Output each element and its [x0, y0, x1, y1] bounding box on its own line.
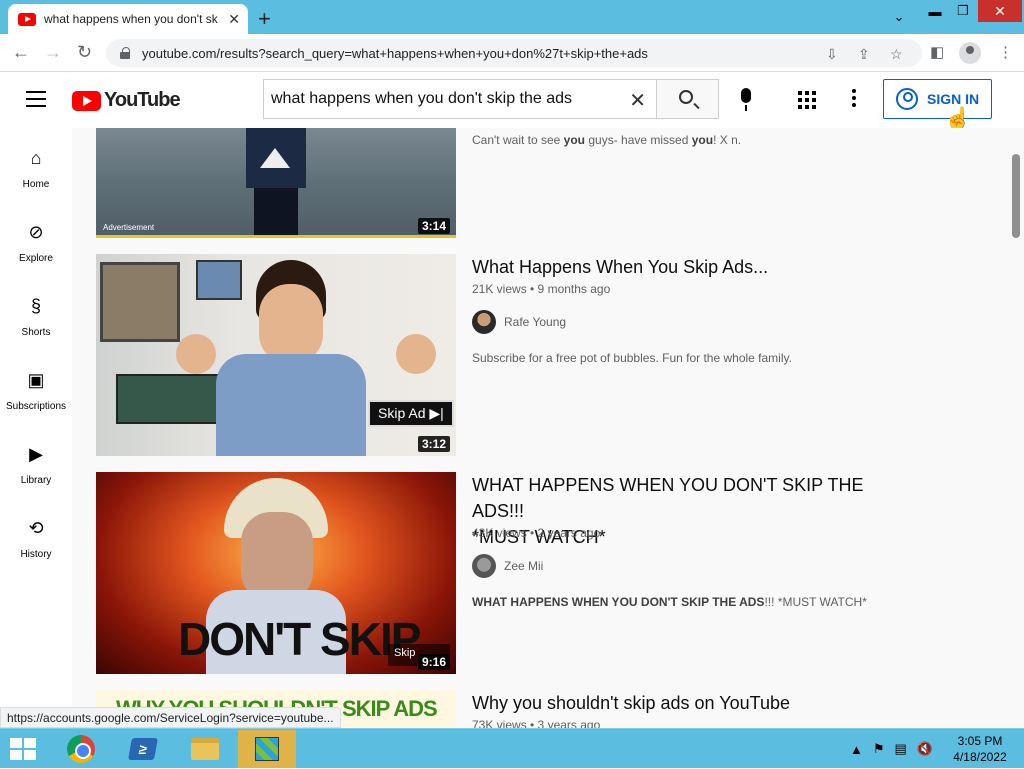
tab-title: what happens when you don't sk	[44, 12, 218, 26]
video-thumbnail[interactable]: DON'T SKIP Skip 9:16	[96, 472, 456, 674]
channel-link[interactable]: Zee Mii	[472, 554, 543, 578]
mini-guide: ⌂ Home ⊘ Explore § Shorts ▣ Subscription…	[0, 128, 72, 728]
video-meta: 43K views • 2 years ago	[472, 526, 601, 540]
duration-badge: 3:12	[417, 436, 450, 452]
clock-time: 3:05 PM	[957, 734, 1003, 748]
minimize-icon[interactable]: ▬	[922, 0, 948, 22]
windows-taskbar: ≥ ▲ ⚑ ▤ 🔇 3:05 PM 4/18/2022	[0, 728, 1024, 768]
search-results: Advertisement 3:14 Can't wait to see you…	[72, 128, 1008, 728]
bookmark-star-icon[interactable]: ☆	[890, 46, 903, 63]
menu-icon[interactable]	[26, 91, 46, 107]
video-description: WHAT HAPPENS WHEN YOU DON'T SKIP THE ADS…	[472, 595, 867, 609]
lock-icon	[120, 47, 130, 59]
settings-more-icon[interactable]	[852, 89, 856, 110]
scrollbar-thumb[interactable]	[1012, 154, 1020, 238]
status-url-bubble: https://accounts.google.com/ServiceLogin…	[0, 707, 341, 728]
video-title[interactable]: Why you shouldn't skip ads on YouTube	[472, 690, 912, 716]
channel-avatar	[472, 310, 496, 334]
logo-text: YouTube	[104, 89, 181, 111]
guide-item-home[interactable]: ⌂ Home	[0, 128, 72, 202]
new-tab-icon[interactable]: +	[258, 6, 271, 32]
page-scrollbar[interactable]	[1008, 128, 1024, 728]
share-icon[interactable]: ⇪	[858, 46, 870, 63]
chrome-menu-icon[interactable]: ⋮	[998, 43, 1013, 61]
clock-date: 4/18/2022	[953, 750, 1007, 764]
powershell-taskbar-icon[interactable]: ≥	[114, 730, 172, 768]
youtube-apps-icon[interactable]	[798, 91, 816, 109]
search-icon	[679, 90, 693, 104]
side-panel-icon[interactable]: ◧	[930, 43, 944, 61]
video-thumbnail[interactable]: Advertisement 3:14	[96, 128, 456, 238]
youtube-header: YouTube ✕ SIGN IN	[0, 72, 1024, 128]
advertisement-label: Advertisement	[103, 223, 155, 232]
action-center-flag-icon[interactable]: ⚑	[873, 741, 885, 757]
sign-in-label: SIGN IN	[927, 91, 980, 107]
tray-overflow-icon[interactable]: ▲	[850, 742, 863, 757]
video-meta: 21K views • 9 months ago	[472, 282, 611, 296]
sign-in-button[interactable]: SIGN IN	[883, 79, 992, 119]
guide-item-history[interactable]: ⟲ History	[0, 498, 72, 572]
library-icon: ▶	[29, 444, 43, 464]
guide-item-shorts[interactable]: § Shorts	[0, 276, 72, 350]
profile-icon[interactable]	[959, 42, 981, 64]
clear-search-icon[interactable]: ✕	[629, 88, 646, 113]
skip-ad-overlay: Skip Ad ▶|	[368, 400, 454, 427]
search-button[interactable]	[656, 79, 719, 119]
video-title[interactable]: What Happens When You Skip Ads...	[472, 254, 912, 280]
taskbar-clock[interactable]: 3:05 PM 4/18/2022	[950, 733, 1010, 765]
video-description: Subscribe for a free pot of bubbles. Fun…	[472, 351, 792, 365]
close-window-icon[interactable]: ✕	[978, 0, 1022, 22]
channel-name: Zee Mii	[504, 559, 544, 573]
url-text[interactable]: youtube.com/results?search_query=what+ha…	[142, 46, 648, 61]
video-meta: 73K views • 3 years ago	[472, 718, 601, 728]
tab-search-chevron-icon[interactable]: ⌄	[886, 6, 912, 28]
video-thumbnail[interactable]: Skip Ad ▶| 3:12	[96, 254, 456, 456]
forward-icon[interactable]: →	[44, 42, 62, 63]
duration-badge: 3:14	[417, 218, 450, 234]
reload-icon[interactable]: ↻	[77, 42, 92, 63]
youtube-logo[interactable]: YouTube	[72, 89, 181, 112]
channel-link[interactable]: Rafe Young	[472, 310, 566, 334]
voice-search-icon[interactable]	[736, 88, 756, 112]
windows-start-icon[interactable]	[10, 738, 38, 760]
volume-muted-icon[interactable]: 🔇	[917, 741, 933, 757]
network-icon[interactable]: ▤	[895, 741, 907, 757]
app-cube-taskbar-icon[interactable]	[238, 730, 296, 768]
account-icon	[896, 88, 918, 110]
shorts-icon: §	[30, 296, 41, 316]
search-box: ✕	[263, 79, 656, 119]
browser-tab-strip: what happens when you don't sk ✕ + ⌄ ▬ ❐…	[0, 0, 1024, 34]
guide-item-library[interactable]: ▶ Library	[0, 424, 72, 498]
channel-avatar	[472, 554, 496, 578]
youtube-play-icon	[72, 90, 101, 111]
subscriptions-icon: ▣	[27, 370, 45, 390]
restore-icon[interactable]: ❐	[950, 0, 976, 22]
chrome-taskbar-icon[interactable]	[52, 730, 110, 768]
guide-item-subscriptions[interactable]: ▣ Subscriptions	[0, 350, 72, 424]
file-explorer-taskbar-icon[interactable]	[176, 730, 234, 768]
search-input[interactable]	[271, 90, 621, 108]
duration-badge: 9:16	[417, 654, 450, 670]
compass-icon: ⊘	[28, 222, 44, 242]
channel-name: Rafe Young	[504, 315, 567, 329]
system-tray: ▲ ⚑ ▤ 🔇	[850, 729, 933, 769]
video-description: Can't wait to see you guys- have missed …	[472, 133, 742, 147]
tab-close-icon[interactable]: ✕	[228, 11, 240, 28]
thumbnail-overlay-text: DON'T SKIP	[178, 613, 421, 665]
back-icon[interactable]: ←	[12, 42, 30, 63]
install-icon[interactable]: ⇩	[826, 46, 838, 63]
history-icon: ⟲	[28, 518, 44, 538]
address-bar-row: ← → ↻ youtube.com/results?search_query=w…	[0, 34, 1024, 72]
omnibox[interactable]: youtube.com/results?search_query=what+ha…	[106, 39, 922, 67]
guide-item-explore[interactable]: ⊘ Explore	[0, 202, 72, 276]
youtube-favicon-icon	[18, 12, 36, 26]
browser-tab[interactable]: what happens when you don't sk ✕	[8, 4, 248, 34]
home-icon: ⌂	[30, 148, 42, 168]
